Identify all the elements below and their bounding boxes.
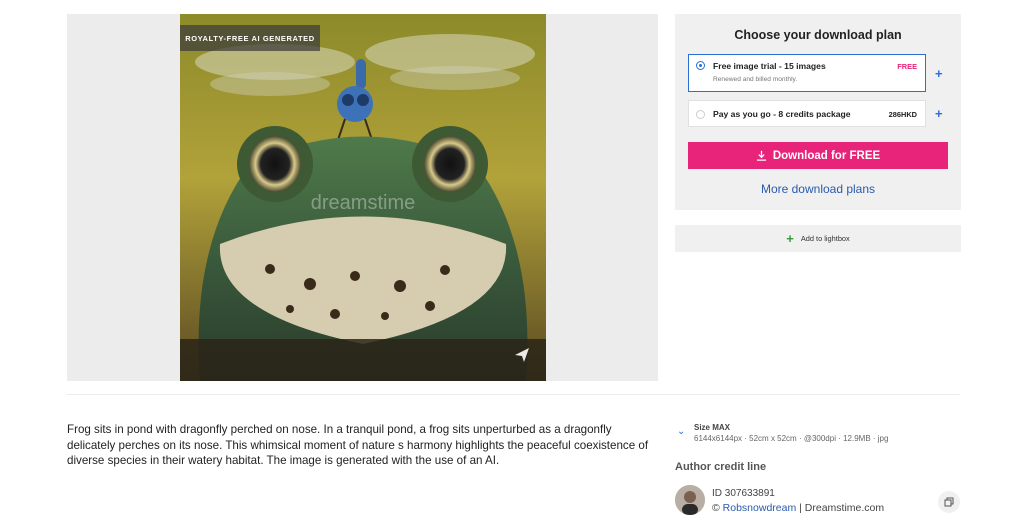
svg-text:dreamstime: dreamstime (311, 192, 415, 214)
download-label: Download for FREE (772, 149, 881, 162)
plan-subtext: Renewed and billed monthly. (713, 76, 798, 83)
royalty-free-badge: ROYALTY-FREE AI GENERATED (180, 25, 320, 51)
plus-icon[interactable]: + (935, 66, 943, 81)
credit-line: © Robsnowdream | Dreamstime.com (712, 502, 884, 514)
size-label[interactable]: Size MAX (694, 423, 730, 432)
copy-icon (944, 497, 954, 507)
site-name: | Dreamstime.com (799, 502, 885, 514)
author-credit-heading: Author credit line (675, 461, 767, 473)
add-to-lightbox-button[interactable]: + Add to lightbox (675, 225, 961, 252)
image-description: Frog sits in pond with dragonfly perched… (67, 423, 649, 468)
avatar[interactable] (675, 485, 705, 515)
copyright-symbol: © (712, 502, 720, 514)
plan-price: FREE (897, 62, 917, 71)
image-id: ID 307633891 (712, 488, 775, 499)
share-icon[interactable] (512, 345, 532, 365)
size-info: 6144x6144px · 52cm x 52cm · @300dpi · 12… (694, 434, 889, 443)
plus-icon: + (786, 231, 794, 246)
plus-icon[interactable]: + (935, 106, 943, 121)
author-link[interactable]: Robsnowdream (723, 502, 797, 514)
chevron-down-icon[interactable]: ⌄ (677, 426, 685, 437)
radio-selected[interactable] (696, 61, 705, 70)
lightbox-label: Add to lightbox (800, 234, 850, 243)
plan-name: Free image trial - 15 images (713, 61, 826, 71)
plan-price: 286HKD (888, 110, 917, 119)
plan-option-free-trial[interactable]: Free image trial - 15 images Renewed and… (688, 54, 926, 92)
plan-option-pay-as-you-go[interactable]: Pay as you go - 8 credits package 286HKD (688, 100, 926, 127)
download-button[interactable]: Download for FREE (688, 142, 948, 169)
more-download-plans-link[interactable]: More download plans (675, 182, 961, 196)
download-icon (756, 150, 766, 161)
divider (67, 394, 960, 395)
plan-title: Choose your download plan (734, 28, 902, 42)
plan-name: Pay as you go - 8 credits package (713, 109, 851, 119)
main-image[interactable]: dreamstime (180, 14, 546, 381)
copy-button[interactable] (938, 491, 960, 513)
radio-unselected[interactable] (696, 110, 705, 119)
